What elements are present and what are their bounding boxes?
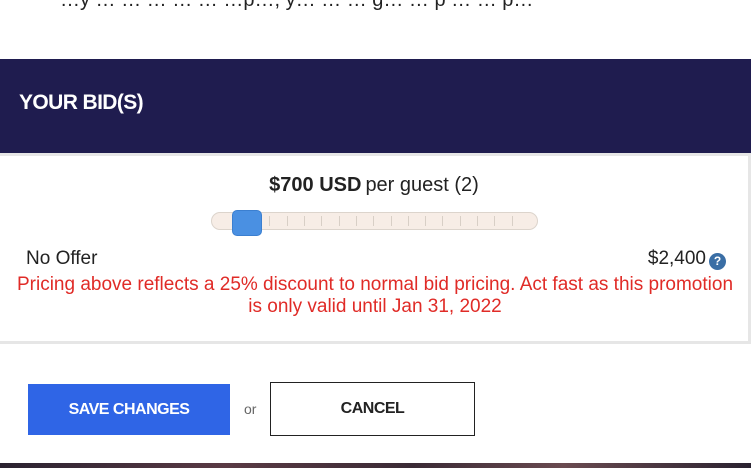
top-partial-text: …y … … … … … …p…, y… … … g… … p … … p… (60, 0, 534, 11)
slider-tick (442, 216, 444, 226)
slider-tick (338, 216, 340, 226)
help-icon[interactable]: ? (709, 252, 726, 270)
your-bids-header: YOUR BID(S) (0, 59, 751, 153)
slider-thumb[interactable] (232, 210, 262, 236)
slider-tick (286, 216, 288, 226)
bid-slider[interactable] (211, 210, 538, 236)
slider-tick (355, 216, 357, 226)
slider-tick (459, 216, 461, 226)
or-separator: or (244, 401, 257, 417)
slider-tick (511, 216, 513, 226)
cancel-button[interactable]: CANCEL (270, 382, 475, 436)
slider-max-label: $2,400 (647, 248, 706, 269)
slider-tick (269, 216, 271, 226)
slider-tick (477, 216, 479, 226)
slider-min-label: No Offer (26, 248, 98, 269)
bid-panel: $700 USD per guest (2) No Offer $2,400 ? … (0, 153, 751, 344)
slider-tick (321, 216, 323, 226)
per-guest-label: per guest (2) (365, 174, 479, 196)
slider-tick (303, 216, 305, 226)
bottom-banner-image (0, 463, 751, 468)
slider-max: $2,400 ? (648, 248, 726, 270)
slider-tick (425, 216, 427, 226)
save-changes-button[interactable]: SAVE CHANGES (28, 384, 230, 435)
slider-tick (373, 216, 375, 226)
slider-tick (390, 216, 392, 226)
bid-price-line: $700 USD per guest (2) (0, 174, 748, 197)
slider-tick (494, 216, 496, 226)
slider-tick (407, 216, 409, 226)
bid-amount: $700 USD (269, 174, 362, 196)
promo-message: Pricing above reflects a 25% discount to… (16, 274, 734, 317)
section-title: YOUR BID(S) (19, 91, 144, 114)
